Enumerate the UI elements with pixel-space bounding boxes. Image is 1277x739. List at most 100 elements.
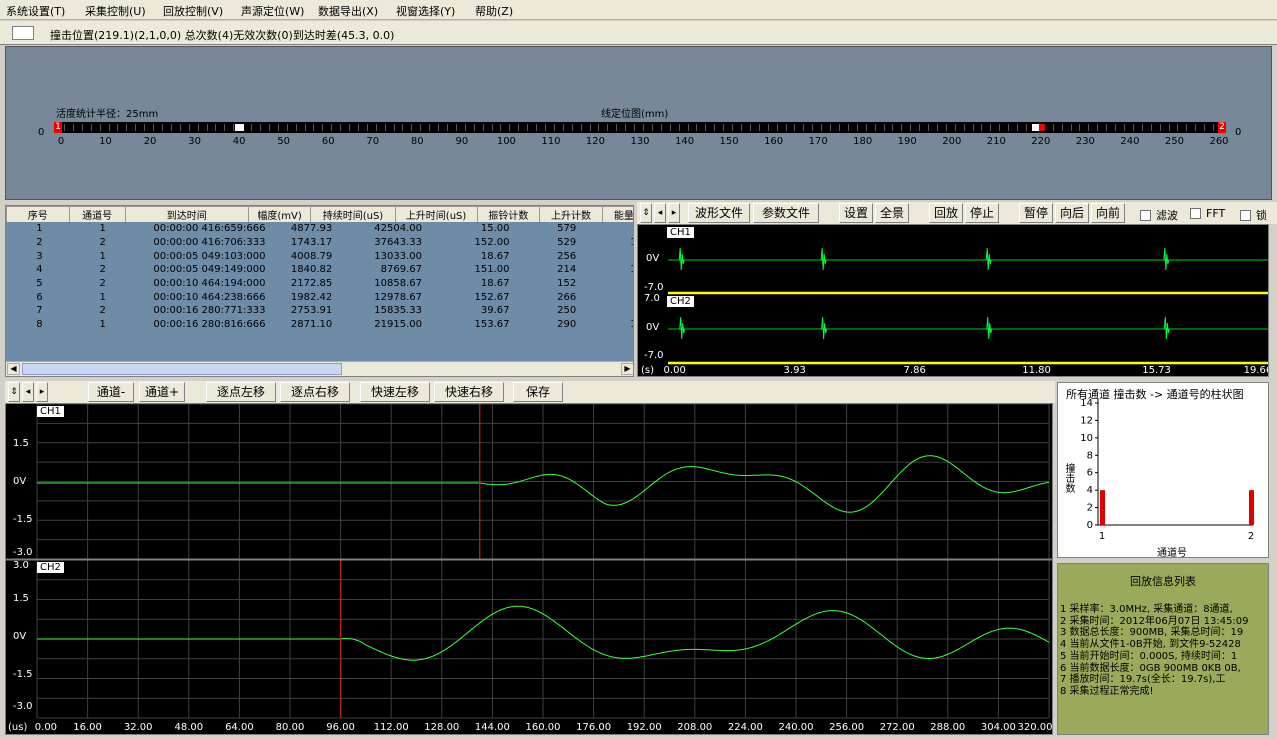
menu-system-settings[interactable]: 系统设置(T) bbox=[6, 3, 65, 19]
table-cell: 151.00 bbox=[474, 264, 510, 276]
table-cell: 1982.42 bbox=[290, 291, 333, 303]
location-bar-cell bbox=[461, 124, 466, 131]
detail-right-arrow-icon[interactable]: ▸ bbox=[36, 382, 48, 402]
scroll-thumb[interactable] bbox=[22, 363, 342, 375]
table-cell: 42504.00 bbox=[374, 223, 423, 235]
scroll-right-icon[interactable]: ▶ bbox=[621, 363, 633, 375]
location-bar-cell bbox=[996, 124, 1001, 131]
column-header[interactable]: 到达时间 bbox=[124, 206, 249, 223]
column-header[interactable]: 上升计数 bbox=[539, 206, 603, 223]
menu-data-export[interactable]: 数据导出(X) bbox=[318, 3, 378, 19]
toolbar-handle-icon[interactable] bbox=[12, 26, 34, 40]
location-bar-cell bbox=[978, 124, 983, 131]
table-horizontal-scrollbar[interactable]: ◀ ▶ bbox=[6, 361, 633, 376]
scroll-left-icon[interactable]: ◀ bbox=[7, 363, 20, 375]
location-bar-cell bbox=[631, 124, 636, 131]
menu-window-select[interactable]: 视窗选择(Y) bbox=[396, 3, 455, 19]
location-bar-cell bbox=[1023, 124, 1028, 131]
detail-ch2-ytick: 0V bbox=[13, 631, 27, 642]
location-tick-label: 260 bbox=[1209, 136, 1229, 147]
column-header[interactable]: 幅度(mV) bbox=[247, 206, 312, 223]
column-header[interactable]: 能量 bbox=[601, 206, 633, 223]
table-cell: 290 bbox=[557, 319, 577, 331]
location-bar-cell bbox=[1183, 124, 1188, 131]
location-bar-cell bbox=[1049, 124, 1054, 131]
info-line: 5 当前开始时间：0.000S, 持续时间：1 bbox=[1060, 650, 1238, 662]
column-header[interactable]: 序号 bbox=[6, 206, 70, 223]
location-axis-title: 线定位图(mm) bbox=[601, 109, 669, 120]
location-bar-cell bbox=[782, 124, 787, 131]
column-header[interactable]: 通道号 bbox=[68, 206, 126, 223]
wave-overview-plot[interactable]: CH1 CH2 0V -7.0 7.0 0V -7.0 (s) 0.00 3.93… bbox=[637, 224, 1269, 377]
location-tick-label: 10 bbox=[99, 136, 112, 147]
location-bar-cell bbox=[292, 124, 297, 131]
table-cell: 2 bbox=[579, 222, 633, 236]
detail-left-arrow-icon[interactable]: ◂ bbox=[22, 382, 34, 402]
table-cell: 00:00:10 464:238:666 bbox=[153, 291, 266, 303]
location-tick-label: 110 bbox=[541, 136, 561, 147]
detail-spin-icon[interactable]: ⇕ bbox=[8, 382, 20, 402]
parameter-file-button[interactable]: 参数文件 bbox=[753, 203, 819, 223]
table-cell: 4 bbox=[36, 264, 43, 276]
wave-detail-plot[interactable]: CH1 CH2 1.5 0V -1.5 -3.0 3.0 1.5 0V -1.5 -3.0 (us… bbox=[5, 403, 1053, 735]
info-line: 8 采集过程正常完成! bbox=[1060, 685, 1154, 697]
pause-button[interactable]: 暂停 bbox=[1019, 203, 1053, 223]
table-row[interactable]: 3 1 00:00:05 049:103:000 4008.79 13033.00 18.… bbox=[6, 249, 633, 264]
table-cell: 10 bbox=[579, 318, 633, 332]
menu-help[interactable]: 帮助(Z) bbox=[475, 3, 513, 19]
location-bar-cell bbox=[87, 124, 92, 131]
table-row[interactable]: 8 1 00:00:16 280:816:666 2871.10 21915.00 153… bbox=[6, 317, 633, 332]
location-bar-cell bbox=[729, 124, 734, 131]
scroll-right-arrow-icon[interactable]: ▸ bbox=[668, 203, 680, 223]
table-row[interactable]: 5 2 00:00:10 464:194:000 2172.85 10858.67 18.… bbox=[6, 276, 633, 291]
location-bar-cell bbox=[916, 124, 921, 131]
table-row[interactable]: 1 1 00:00:00 416:659:666 4877.93 42504.00 15.… bbox=[6, 222, 633, 236]
forward-button[interactable]: 向前 bbox=[1091, 203, 1125, 223]
table-row[interactable]: 4 2 00:00:05 049:149:000 1840.82 8769.67 151.… bbox=[6, 263, 633, 277]
location-bar-cell bbox=[666, 124, 671, 131]
menu-source-location[interactable]: 声源定位(W) bbox=[241, 3, 304, 19]
location-tick-label: 120 bbox=[585, 136, 605, 147]
save-button[interactable]: 保存 bbox=[513, 382, 563, 402]
settings-button[interactable]: 设置 bbox=[839, 203, 873, 223]
panorama-button[interactable]: 全景 bbox=[875, 203, 909, 223]
fast-left-button[interactable]: 快速左移 bbox=[360, 382, 430, 402]
location-tick-label: 180 bbox=[853, 136, 873, 147]
overview-ch1-neg: -7.0 bbox=[644, 282, 664, 293]
stop-button[interactable]: 停止 bbox=[965, 203, 999, 223]
table-row[interactable]: 2 2 00:00:00 416:706:333 1743.17 37643.33 152… bbox=[6, 235, 633, 250]
channel-minus-button[interactable]: 通道- bbox=[88, 382, 134, 402]
fast-right-button[interactable]: 快速右移 bbox=[434, 382, 504, 402]
menu-acquisition-control[interactable]: 采集控制(U) bbox=[85, 3, 146, 19]
step-right-button[interactable]: 逐点右移 bbox=[280, 382, 350, 402]
overview-x-tick: 3.93 bbox=[783, 365, 806, 376]
table-row[interactable]: 7 2 00:00:16 280:771:333 2753.91 15835.33 39.… bbox=[6, 304, 633, 318]
playback-button[interactable]: 回放 bbox=[929, 203, 963, 223]
table-cell: 214 bbox=[557, 264, 577, 276]
spin-updown-icon[interactable]: ⇕ bbox=[640, 203, 652, 223]
location-bar-cell bbox=[898, 124, 903, 131]
overview-time-unit: (s) bbox=[641, 365, 655, 376]
column-header[interactable]: 上升时间(uS) bbox=[394, 206, 478, 223]
location-tick-label: 190 bbox=[897, 136, 917, 147]
menu-playback-control[interactable]: 回放控制(V) bbox=[163, 3, 223, 19]
backward-button[interactable]: 向后 bbox=[1055, 203, 1089, 223]
table-cell: 18.67 bbox=[480, 250, 510, 262]
step-left-button[interactable]: 逐点左移 bbox=[206, 382, 276, 402]
filter-checkbox[interactable]: 滤波 bbox=[1140, 207, 1178, 223]
scroll-left-arrow-icon[interactable]: ◂ bbox=[654, 203, 666, 223]
table-row[interactable]: 6 1 00:00:10 464:238:666 1982.42 12978.67 152… bbox=[6, 290, 633, 305]
table-cell: 8769.67 bbox=[380, 264, 423, 276]
lock-checkbox[interactable]: 锁 bbox=[1240, 207, 1267, 223]
column-header[interactable]: 持续时间(uS) bbox=[310, 206, 396, 223]
column-header[interactable]: 振铃计数 bbox=[476, 206, 541, 223]
location-bar: 12 bbox=[54, 122, 1226, 133]
overview-hit-burst bbox=[678, 247, 685, 271]
location-bar-cell bbox=[1147, 124, 1152, 131]
channel-plus-button[interactable]: 通道+ bbox=[139, 382, 185, 402]
detail-ch1-ytick: 0V bbox=[13, 476, 27, 487]
fft-checkbox[interactable]: FFT bbox=[1190, 207, 1225, 220]
waveform-file-button[interactable]: 波形文件 bbox=[688, 203, 750, 223]
histogram-xtick: 1 bbox=[1099, 531, 1105, 542]
detail-x-tick: 80.00 bbox=[275, 722, 305, 733]
